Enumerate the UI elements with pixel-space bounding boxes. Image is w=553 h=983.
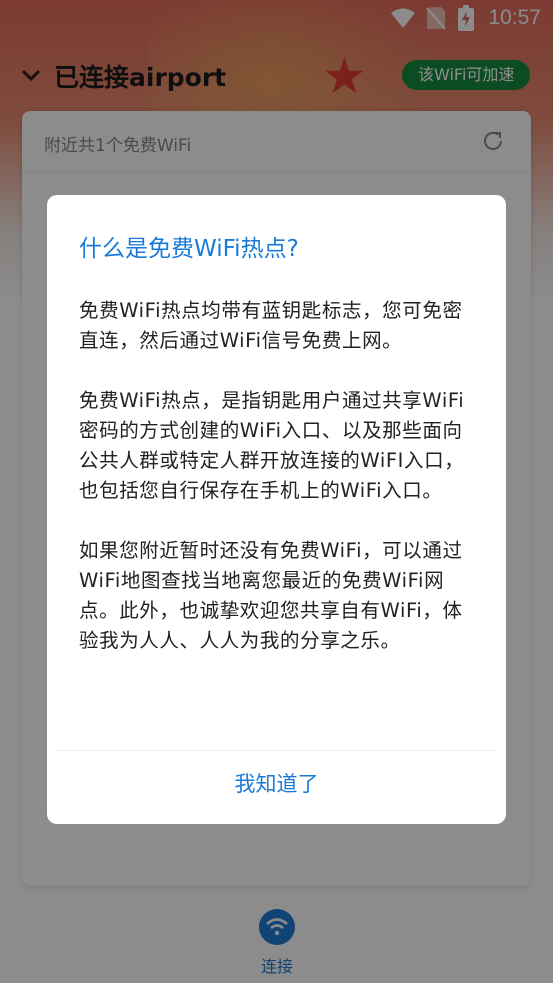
got-it-button[interactable]: 我知道了 — [47, 751, 506, 824]
free-wifi-info-dialog: 什么是免费WiFi热点? 免费WiFi热点均带有蓝钥匙标志，您可免密直连，然后通… — [47, 195, 506, 824]
dialog-paragraph: 免费WiFi热点均带有蓝钥匙标志，您可免密直连，然后通过WiFi信号免费上网。 — [79, 299, 463, 352]
dialog-title: 什么是免费WiFi热点? — [79, 236, 299, 262]
dialog-body: 免费WiFi热点均带有蓝钥匙标志，您可免密直连，然后通过WiFi信号免费上网。 … — [79, 296, 479, 686]
dialog-paragraph: 免费WiFi热点，是指钥匙用户通过共享WiFi密码的方式创建的WiFi入口、以及… — [79, 389, 465, 502]
dialog-paragraph: 如果您附近暂时还没有免费WiFi，可以通过WiFi地图查找当地离您最近的免费Wi… — [79, 539, 463, 652]
